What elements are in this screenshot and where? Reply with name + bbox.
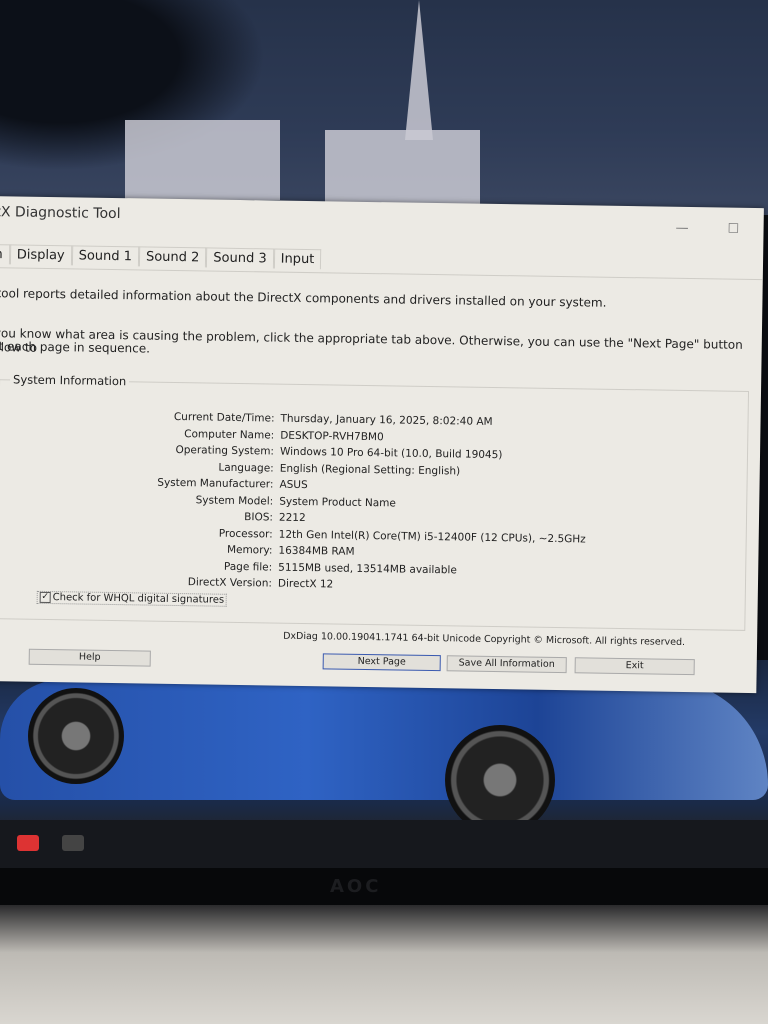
- save-all-information-button[interactable]: Save All Information: [446, 655, 567, 674]
- cathedral-spire: [405, 0, 433, 140]
- tab-bar: m Display Sound 1 Sound 2 Sound 3 Input: [0, 243, 322, 270]
- info-value: System Product Name: [279, 495, 397, 510]
- info-value: Windows 10 Pro 64-bit (10.0, Build 19045…: [279, 445, 503, 462]
- youtube-icon[interactable]: [17, 835, 39, 851]
- info-value: 16384MB RAM: [278, 544, 355, 559]
- info-value: 5115MB used, 13514MB available: [278, 561, 457, 577]
- help-button[interactable]: Help: [28, 648, 151, 667]
- info-value: 2212: [278, 511, 306, 525]
- desk: [0, 905, 768, 1024]
- intro-text-3: isit each page in sequence.: [0, 338, 151, 356]
- checkbox-check-icon[interactable]: ✓: [39, 591, 51, 604]
- window-title: ctX Diagnostic Tool: [0, 203, 121, 223]
- info-label: DirectX Version:: [187, 576, 273, 590]
- system-information-group: System Information Current Date/Time: Thu…: [0, 372, 750, 631]
- info-value: DESKTOP-RVH7BM0: [280, 429, 384, 443]
- info-value: DirectX 12: [277, 577, 334, 591]
- tab-sound-3[interactable]: Sound 3: [206, 247, 274, 269]
- cathedral-right: [325, 130, 480, 205]
- car-wheel-rear: [445, 725, 555, 835]
- next-page-button[interactable]: Next Page: [322, 653, 441, 672]
- tab-input[interactable]: Input: [273, 248, 322, 270]
- whql-checkbox[interactable]: ✓ Check for WHQL digital signatures: [36, 590, 228, 607]
- tab-sound-2[interactable]: Sound 2: [138, 246, 207, 268]
- info-value: ASUS: [279, 478, 308, 492]
- tab-display[interactable]: Display: [9, 244, 72, 266]
- copyright-text: DxDiag 10.00.19041.1741 64-bit Unicode C…: [283, 630, 686, 649]
- monitor-brand-logo: AOC: [330, 876, 382, 897]
- info-value: English (Regional Setting: English): [279, 462, 461, 478]
- exit-button[interactable]: Exit: [574, 657, 695, 676]
- car-wheel-front: [28, 688, 124, 784]
- tab-divider: [0, 266, 763, 281]
- whql-checkbox-label: Check for WHQL digital signatures: [52, 592, 225, 606]
- minimize-icon[interactable]: —: [675, 221, 688, 236]
- dxdiag-window: ctX Diagnostic Tool — ☐ m Display Sound …: [0, 196, 764, 694]
- info-value: Thursday, January 16, 2025, 8:02:40 AM: [280, 412, 493, 429]
- wallpaper-cathedral: [0, 0, 768, 215]
- app-icon[interactable]: [62, 835, 84, 851]
- tab-sound-1[interactable]: Sound 1: [71, 245, 140, 267]
- taskbar: [0, 820, 768, 870]
- cathedral-left: [125, 120, 280, 200]
- maximize-icon[interactable]: ☐: [727, 222, 739, 237]
- intro-text: s tool reports detailed information abou…: [0, 285, 607, 310]
- tab-system[interactable]: m: [0, 243, 10, 265]
- monitor-bezel: [0, 868, 768, 908]
- info-rows: Current Date/Time: Thursday, January 16, …: [0, 406, 740, 599]
- group-heading: System Information: [10, 372, 130, 389]
